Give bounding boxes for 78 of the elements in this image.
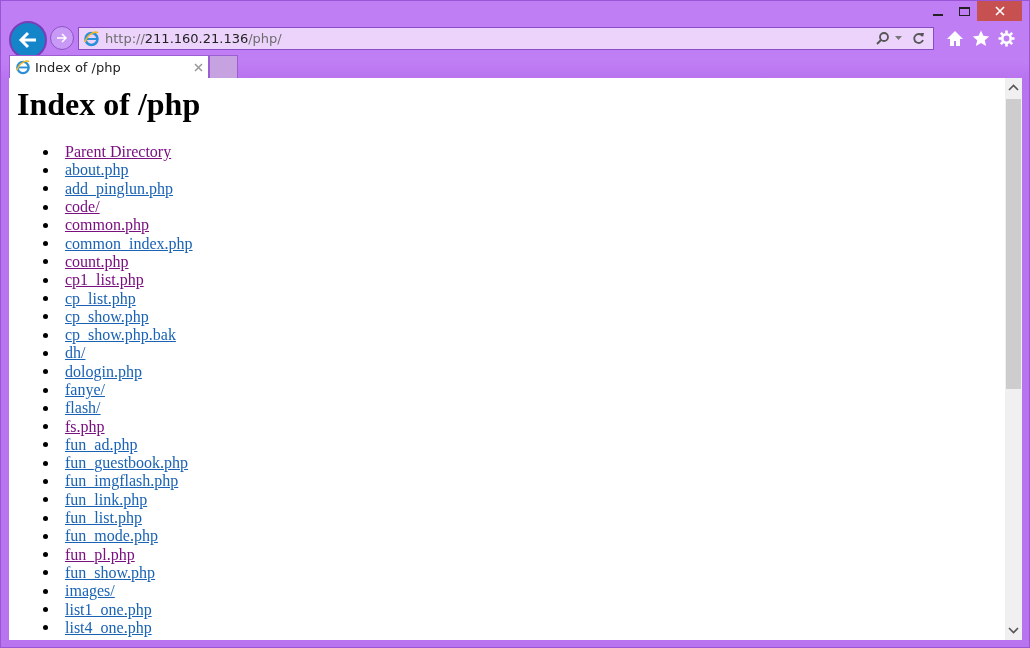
file-link[interactable]: fun_list.php [65, 509, 142, 528]
file-link[interactable]: dh/ [65, 344, 86, 363]
file-link[interactable]: add_pinglun.php [65, 179, 173, 198]
right-arrow-icon [56, 33, 68, 43]
file-link[interactable]: fun_ad.php [65, 435, 138, 454]
scrollbar-thumb[interactable] [1006, 99, 1021, 389]
close-tab-icon[interactable] [194, 62, 203, 72]
bullet-icon [43, 607, 48, 613]
bullet-icon [43, 570, 48, 576]
bullet-icon [43, 424, 48, 430]
file-link[interactable]: dologin.php [65, 362, 142, 381]
dropdown-caret-icon[interactable] [895, 35, 902, 41]
star-icon[interactable] [972, 29, 990, 47]
bullet-icon [43, 369, 48, 375]
maximize-icon [958, 6, 970, 16]
file-link[interactable]: cp1_list.php [65, 271, 144, 290]
file-link[interactable]: count.php [65, 252, 129, 271]
page-heading: Index of /php [17, 86, 202, 123]
search-icon[interactable] [876, 31, 890, 45]
file-link[interactable]: common.php [65, 216, 149, 235]
bullet-icon [43, 552, 48, 558]
bullet-icon [43, 332, 48, 338]
bullet-icon [43, 350, 48, 356]
bullet-icon [43, 515, 48, 521]
new-tab-button[interactable] [209, 55, 238, 78]
forward-button[interactable] [50, 26, 74, 50]
file-link[interactable]: fanye/ [65, 381, 105, 399]
left-arrow-icon [18, 31, 38, 49]
settings-icon[interactable] [998, 29, 1015, 47]
file-link[interactable]: images/ [65, 582, 115, 601]
file-link[interactable]: list1_one.php [65, 600, 152, 619]
browser-tab[interactable]: Index of /php [9, 55, 209, 78]
minimize-icon [933, 13, 943, 16]
bullet-icon [43, 314, 48, 320]
bullet-icon [43, 296, 48, 301]
bullet-icon [43, 533, 48, 539]
bullet-icon [43, 167, 48, 173]
file-link[interactable]: fun_pl.php [65, 545, 135, 564]
close-button[interactable] [977, 1, 1022, 21]
file-link[interactable]: fun_mode.php [65, 527, 158, 546]
bullet-icon [43, 497, 48, 503]
bullet-icon [43, 222, 48, 228]
file-link[interactable]: cp_show.php.bak [65, 326, 176, 345]
file-link[interactable]: Parent Directory [65, 143, 172, 162]
home-icon[interactable] [946, 29, 964, 47]
bullet-icon [43, 186, 48, 192]
bullet-icon [43, 405, 48, 411]
bullet-icon [43, 259, 48, 265]
file-link[interactable]: about.php [65, 161, 129, 180]
bullet-icon [43, 387, 48, 393]
file-link[interactable]: cp_show.php [65, 307, 149, 326]
bullet-icon [43, 588, 48, 594]
browser-e-icon [83, 29, 100, 47]
bullet-icon [43, 241, 48, 247]
address-field[interactable]: http://211.160.21.136/php/ [78, 26, 934, 50]
file-link[interactable]: fun_show.php [65, 563, 156, 582]
file-link[interactable]: fs.php [65, 417, 105, 436]
file-link[interactable]: fun_link.php [65, 490, 148, 509]
url-text: http://211.160.21.136/php/ [105, 30, 282, 46]
close-icon [994, 6, 1005, 16]
bullet-icon [43, 479, 48, 484]
bullet-icon [43, 204, 48, 210]
file-link[interactable]: fun_guestbook.php [65, 454, 189, 473]
file-link[interactable]: fun_imgflash.php [65, 472, 179, 491]
bullet-icon [43, 277, 48, 283]
refresh-icon[interactable] [912, 31, 925, 45]
bullet-icon [43, 625, 48, 631]
vertical-scrollbar[interactable] [1005, 78, 1022, 640]
bullet-icon [43, 442, 48, 448]
browser-e-icon [15, 59, 31, 75]
bullet-icon [43, 149, 48, 155]
file-link[interactable]: common_index.php [65, 234, 193, 253]
file-link[interactable]: code/ [65, 198, 100, 217]
file-link[interactable]: list4_one.php [65, 618, 152, 637]
file-link[interactable]: flash/ [65, 399, 101, 418]
bullet-icon [43, 460, 48, 466]
tab-title: Index of /php [35, 59, 122, 75]
file-link[interactable]: cp_list.php [65, 289, 136, 308]
